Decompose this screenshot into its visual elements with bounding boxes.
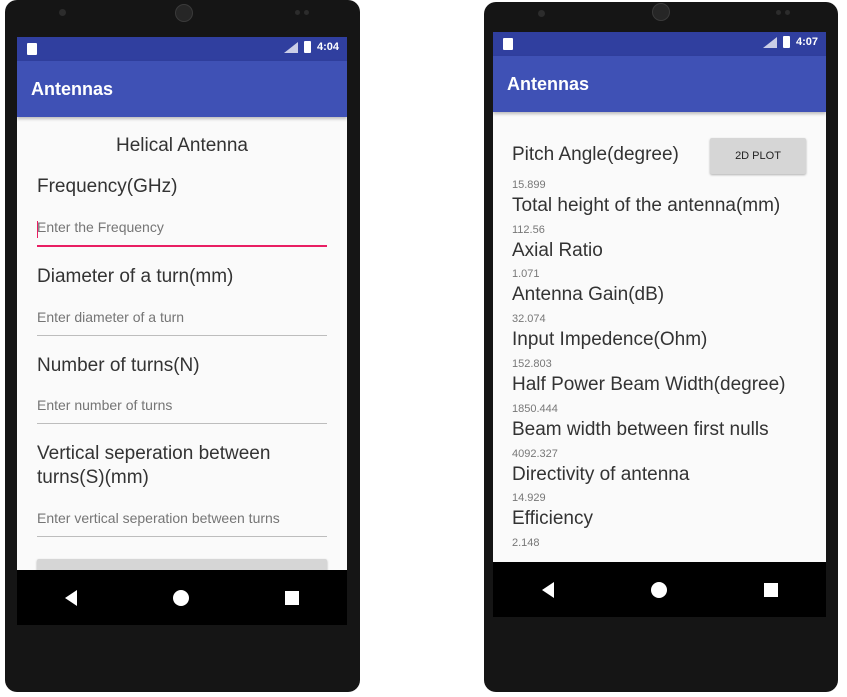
axial-ratio-value: 1.071 <box>512 268 540 281</box>
screen: 4:04 Antennas Helical Antenna Frequency(… <box>17 37 347 625</box>
camera-icon <box>538 10 545 17</box>
antenna-gain-value: 32.074 <box>512 313 546 326</box>
directivity-value: 14.929 <box>512 492 546 505</box>
results: 2D PLOT Pitch Angle(degree) 15.899 Total… <box>493 112 826 549</box>
app-title: Antennas <box>507 74 590 94</box>
turns-input[interactable] <box>37 397 327 414</box>
sensor-icon <box>295 10 300 15</box>
fnbw-label: Beam width between first nulls <box>512 418 769 440</box>
directivity-label: Directivity of antenna <box>512 463 690 485</box>
total-height-value: 112.56 <box>512 223 545 236</box>
antenna-gain-label: Antenna Gain(dB) <box>512 284 665 306</box>
back-triangle-icon[interactable] <box>541 581 554 598</box>
form-heading: Helical Antenna <box>115 135 249 156</box>
axial-ratio-label: Axial Ratio <box>512 239 603 261</box>
status-time: 4:04 <box>316 41 339 53</box>
home-circle-icon[interactable] <box>650 581 667 598</box>
battery-icon <box>782 36 790 48</box>
recent-square-icon[interactable] <box>763 582 778 597</box>
app-toolbar: Antennas <box>493 56 826 112</box>
turns-label: Number of turns(N) <box>37 354 200 376</box>
nav-bar <box>493 562 826 617</box>
phone-right: 4:07 Antennas 2D PLOT Pitch Angle(degree… <box>484 2 838 692</box>
status-right: 4:07 <box>762 36 818 48</box>
sensor-icon <box>785 10 790 15</box>
recent-square-icon[interactable] <box>285 590 299 605</box>
app-title: Antennas <box>31 79 114 99</box>
status-right: 4:04 <box>283 41 339 53</box>
frequency-field-wrap <box>37 218 327 247</box>
frequency-input[interactable] <box>37 218 327 235</box>
status-time: 4:07 <box>795 36 818 48</box>
screen: 4:07 Antennas 2D PLOT Pitch Angle(degree… <box>493 32 826 617</box>
efficiency-label: Efficiency <box>512 508 593 530</box>
hpbw-label: Half Power Beam Width(degree) <box>512 373 786 395</box>
plot-2d-button[interactable]: 2D PLOT <box>710 138 806 174</box>
home-circle-icon[interactable] <box>173 589 189 606</box>
hpbw-value: 1850.444 <box>512 402 558 415</box>
fnbw-value: 4092.327 <box>512 447 558 460</box>
sensor-icon <box>776 10 781 15</box>
signal-icon <box>762 36 777 48</box>
separation-input[interactable] <box>37 509 327 526</box>
nav-bar <box>17 570 347 625</box>
sensor-icon <box>304 10 309 15</box>
separation-label: Vertical seperation between turns(S)(mm) <box>37 443 271 488</box>
camera-icon <box>59 9 66 16</box>
text-caret <box>37 220 38 238</box>
total-height-label: Total height of the antenna(mm) <box>512 194 781 216</box>
battery-icon <box>303 41 311 53</box>
status-bar: 4:07 <box>493 32 826 56</box>
sd-card-icon <box>503 38 513 50</box>
speaker-icon <box>652 3 670 21</box>
back-triangle-icon[interactable] <box>65 589 77 606</box>
form: Helical Antenna Frequency(GHz) Diameter … <box>17 135 347 597</box>
phone-left: 4:04 Antennas Helical Antenna Frequency(… <box>5 0 360 692</box>
pitch-angle-value: 15.899 <box>512 178 546 191</box>
app-toolbar: Antennas <box>17 61 347 117</box>
turns-field-wrap <box>37 397 327 425</box>
separation-field-wrap <box>37 509 327 537</box>
input-impedance-label: Input Impedence(Ohm) <box>512 329 708 351</box>
sd-card-icon <box>27 43 37 55</box>
diameter-label: Diameter of a turn(mm) <box>37 265 234 287</box>
speaker-icon <box>175 4 193 22</box>
input-impedance-value: 152.803 <box>512 357 552 370</box>
diameter-field-wrap <box>37 308 327 336</box>
diameter-input[interactable] <box>37 308 327 325</box>
efficiency-value: 2.148 <box>512 537 540 550</box>
frequency-label: Frequency(GHz) <box>37 176 178 197</box>
signal-icon <box>283 41 298 53</box>
status-bar: 4:04 <box>17 37 347 61</box>
